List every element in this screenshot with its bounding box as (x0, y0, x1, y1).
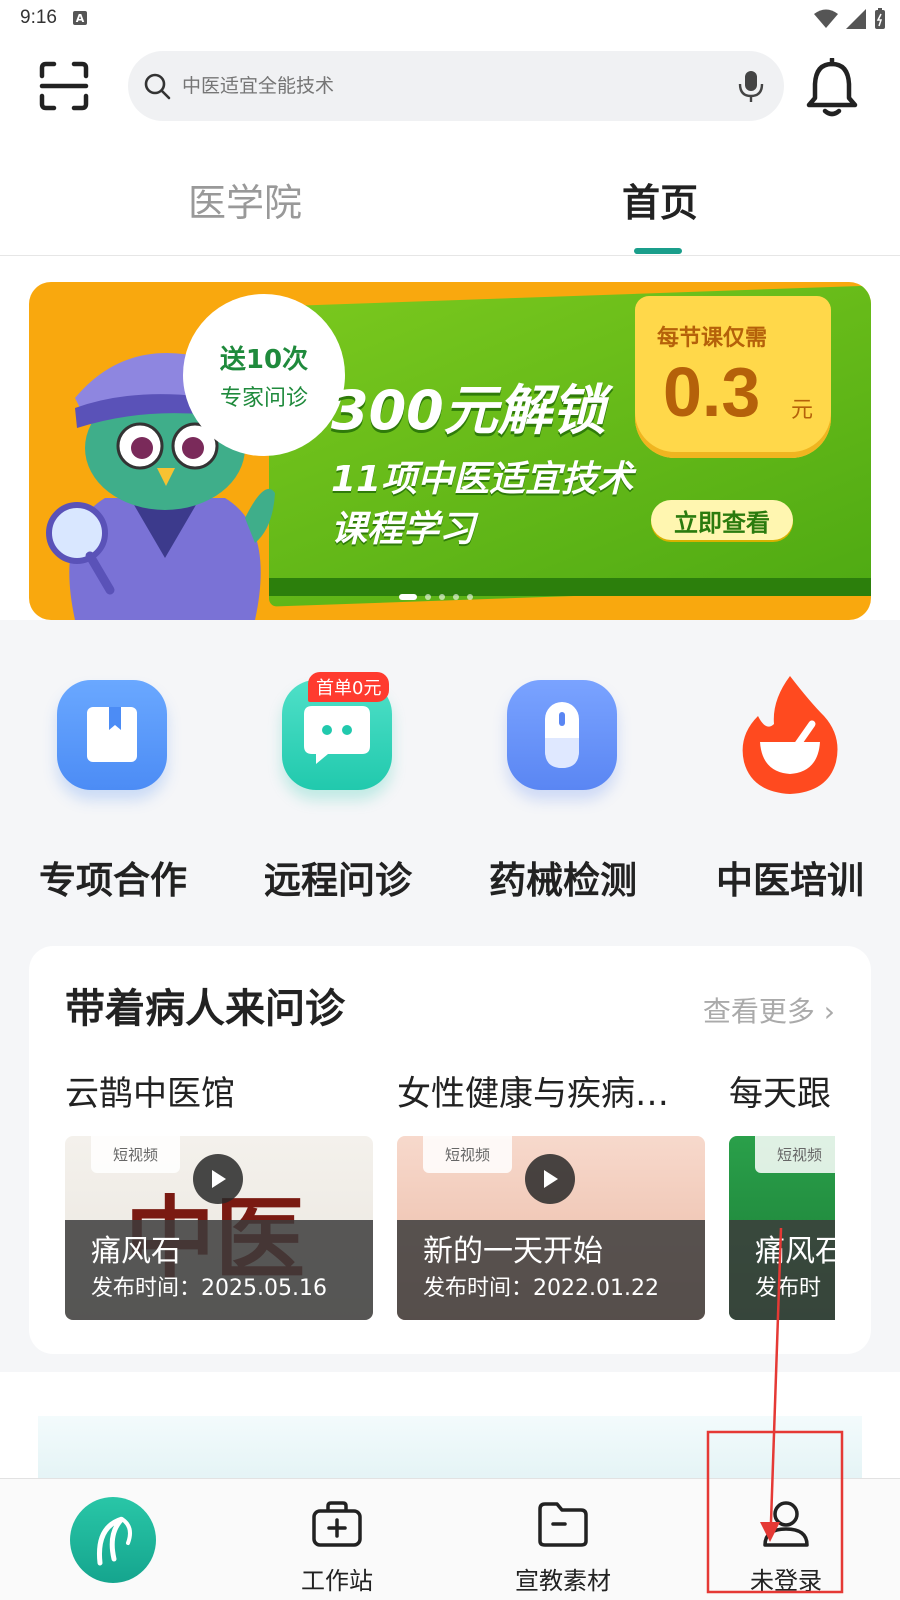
lower-banner-art[interactable] (38, 1416, 862, 1486)
price-caption: 每节课仅需 (657, 326, 768, 351)
clip-title: 新的一天开始 (423, 1234, 603, 1269)
price-unit: 元 (791, 398, 814, 423)
feature-label: 远程问诊 (264, 859, 412, 902)
banner-book-edge (269, 578, 871, 596)
feature-remote-consult[interactable]: 首单0元 远程问诊 (238, 672, 438, 902)
lower-banner (0, 1372, 900, 1486)
nav-label: 工作站 (301, 1567, 373, 1595)
banner-section: 送10次 专家问诊 300元解锁 11项中医适宜技术 课程学习 每节课仅需 0.… (0, 256, 900, 620)
feature-special-cooperation[interactable]: 专项合作 (13, 680, 213, 902)
nav-label: 未登录 (750, 1567, 822, 1595)
carousel-dot[interactable] (439, 594, 445, 600)
book-icon (57, 680, 167, 790)
search-input[interactable] (182, 75, 702, 97)
home-logo-icon (70, 1497, 156, 1583)
nav-label: 宣教素材 (515, 1567, 611, 1595)
nav-education-material[interactable]: 宣教素材 (473, 1479, 653, 1600)
price-tag: 每节课仅需 0.3 元 (635, 296, 831, 458)
battery-icon (875, 8, 885, 29)
nav-not-logged-in[interactable]: 未登录 (696, 1479, 876, 1600)
carousel-dot[interactable] (453, 594, 459, 600)
promo-badge: 首单0元 (308, 672, 390, 702)
search-icon (144, 73, 171, 100)
consult-card: 带着病人来问诊 查看更多 › 云鹊中医馆 女性健康与疾病… 每天跟 中医 短视频… (29, 946, 871, 1354)
clip-title: 痛风石 (91, 1234, 181, 1269)
feature-label: 中医培训 (716, 859, 864, 902)
tab-home[interactable]: 首页 (622, 172, 698, 227)
video-clip-list: 中医 短视频 痛风石 发布时间：2025.05.16 短视频 新的一天开始 发布… (65, 1136, 835, 1320)
folder-icon (538, 1502, 588, 1547)
short-video-chip: 短视频 (91, 1136, 181, 1173)
flame-bowl-icon (742, 676, 838, 794)
bell-icon[interactable] (804, 58, 860, 118)
doctor-name[interactable]: 女性健康与疾病… (397, 1066, 677, 1115)
clip-title: 痛风石 (755, 1234, 835, 1269)
wifi-icon (814, 9, 838, 28)
active-tab-indicator (634, 248, 682, 254)
promo-banner[interactable]: 送10次 专家问诊 300元解锁 11项中医适宜技术 课程学习 每节课仅需 0.… (29, 282, 871, 620)
top-bar (0, 36, 900, 136)
user-icon (763, 1501, 809, 1547)
capsule-icon (507, 680, 617, 790)
carousel-dots (399, 594, 473, 600)
feature-label: 药械检测 (489, 859, 637, 902)
signal-icon (846, 9, 866, 29)
carousel-dot[interactable] (467, 594, 473, 600)
view-now-button[interactable]: 立即查看 (651, 500, 793, 540)
doctor-name[interactable]: 云鹊中医馆 (65, 1066, 235, 1115)
status-icons (814, 8, 886, 30)
video-clip[interactable]: 短视频 新的一天开始 发布时间：2022.01.22 (397, 1136, 705, 1320)
play-icon[interactable] (525, 1154, 575, 1204)
seal-line2: 专家问诊 (219, 385, 308, 411)
seal-line1: 送10次 (219, 344, 309, 375)
app-notification-icon: A (72, 11, 87, 25)
see-more-link[interactable]: 查看更多 › (703, 990, 835, 1030)
price-value: 0.3 (663, 353, 761, 431)
feature-label: 专项合作 (39, 859, 187, 902)
tab-medical-school[interactable]: 医学院 (188, 172, 302, 227)
bottom-nav: 工作站 宣教素材 未登录 (0, 1478, 900, 1600)
video-clip[interactable]: 短视频 痛风石 发布时 (729, 1136, 835, 1320)
clip-date: 发布时间：2025.05.16 (91, 1276, 327, 1301)
clip-date: 发布时间：2022.01.22 (423, 1276, 659, 1301)
search-bar[interactable] (128, 51, 784, 121)
medkit-icon (312, 1501, 362, 1547)
top-tabs: 医学院 首页 (0, 136, 900, 256)
banner-title: 300元解锁 (331, 379, 606, 442)
nav-home[interactable] (22, 1479, 202, 1600)
scan-icon[interactable] (38, 60, 90, 112)
short-video-chip: 短视频 (755, 1136, 835, 1173)
status-bar: 9:16 A (0, 0, 900, 36)
feature-grid: 专项合作 首单0元 远程问诊 药械检测 中医培训 (0, 620, 900, 920)
video-clip[interactable]: 中医 短视频 痛风石 发布时间：2025.05.16 (65, 1136, 373, 1320)
gift-seal-badge: 送10次 专家问诊 (189, 300, 339, 450)
clip-date: 发布时 (755, 1276, 822, 1301)
nav-workstation[interactable]: 工作站 (247, 1479, 427, 1600)
banner-subtitle-2: 课程学习 (331, 509, 476, 550)
chevron-right-icon: › (823, 995, 835, 1028)
feature-tcm-training[interactable]: 中医培训 (690, 676, 890, 902)
short-video-chip: 短视频 (423, 1136, 513, 1173)
microphone-icon[interactable] (736, 69, 766, 103)
feature-drug-device-test[interactable]: 药械检测 (463, 680, 663, 902)
carousel-dot[interactable] (425, 594, 431, 600)
status-time: 9:16 (20, 7, 57, 28)
play-icon[interactable] (193, 1154, 243, 1204)
see-more-label: 查看更多 (702, 995, 815, 1028)
banner-subtitle-1: 11项中医适宜技术 (331, 459, 634, 500)
doctor-name[interactable]: 每天跟 (729, 1066, 835, 1115)
carousel-dot[interactable] (399, 594, 417, 600)
section-title: 带着病人来问诊 (65, 986, 345, 1032)
